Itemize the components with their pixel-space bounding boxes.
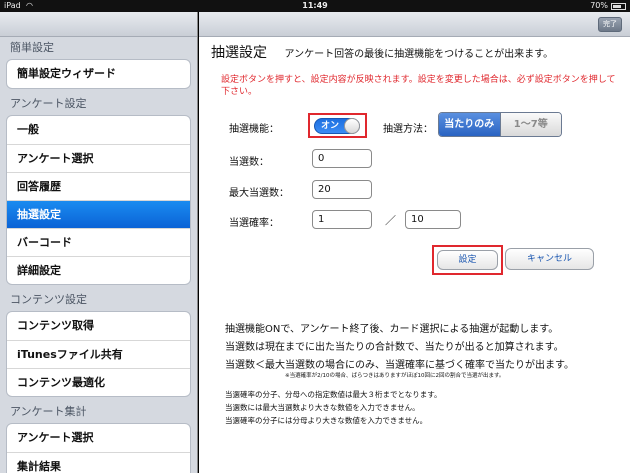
group-aggregate: アンケート選択 集計結果 xyxy=(6,423,191,473)
battery-percent: 70% xyxy=(590,1,608,10)
cancel-button[interactable]: キャンセル xyxy=(505,248,594,270)
info-line-1: 抽選機能ONで、アンケート終了後、カード選択による抽選が起動します。 xyxy=(225,324,559,335)
group-survey: 一般 アンケート選択 回答履歴 抽選設定 バーコード 詳細設定 xyxy=(6,115,191,285)
method-option-winners-only[interactable]: 当たりのみ xyxy=(439,113,500,136)
rate-numerator-input[interactable]: 1 xyxy=(312,210,372,229)
sidebar: 簡単設定 簡単設定ウィザード アンケート設定 一般 アンケート選択 回答履歴 抽… xyxy=(0,12,198,473)
set-button-highlight: 設定 xyxy=(432,245,503,275)
section-header-survey: アンケート設定 xyxy=(10,97,87,110)
note-line-3: 当選確率の分子には分母より大きな数値を入力できません。 xyxy=(225,416,428,425)
max-winners-label: 最大当選数： xyxy=(229,188,289,199)
battery-fill xyxy=(613,5,621,8)
note-line-2: 当選数には最大当選数より大きな数値を入力できません。 xyxy=(225,403,420,412)
sidebar-item-barcode[interactable]: バーコード xyxy=(7,228,190,256)
page-description: アンケート回答の最後に抽選機能をつけることが出来ます。 xyxy=(284,49,554,60)
info-line-2: 当選数は現在までに出た当たりの合計数で、当たりが出ると加算されます。 xyxy=(225,342,564,353)
clock: 11:49 xyxy=(302,1,328,10)
done-button[interactable]: 完了 xyxy=(598,17,622,32)
method-label: 抽選方法： xyxy=(383,124,433,135)
sidebar-item-aggregate-survey-select[interactable]: アンケート選択 xyxy=(7,424,190,452)
lottery-label: 抽選機能： xyxy=(229,124,279,135)
winners-label: 当選数： xyxy=(229,157,269,168)
main-panel: 完了 抽選設定 アンケート回答の最後に抽選機能をつけることが出来ます。 設定ボタ… xyxy=(199,12,630,473)
toggle-on-label: オン xyxy=(321,121,340,131)
rate-separator: ／ xyxy=(385,214,396,227)
battery-icon xyxy=(611,3,626,10)
sidebar-item-detail-settings[interactable]: 詳細設定 xyxy=(7,256,190,284)
group-content: コンテンツ取得 iTunesファイル共有 コンテンツ最適化 xyxy=(6,311,191,397)
rate-denominator-input[interactable]: 10 xyxy=(405,210,461,229)
page-title: 抽選設定 xyxy=(211,45,267,61)
max-winners-input[interactable]: 20 xyxy=(312,180,372,199)
section-header-content: コンテンツ設定 xyxy=(10,293,87,306)
winners-input[interactable]: 0 xyxy=(312,149,372,168)
method-option-1-to-7[interactable]: 1〜7等 xyxy=(499,113,561,136)
section-header-easy: 簡単設定 xyxy=(10,41,54,54)
sidebar-item-content-fetch[interactable]: コンテンツ取得 xyxy=(7,312,190,340)
sidebar-item-lottery-settings[interactable]: 抽選設定 xyxy=(7,200,190,228)
sidebar-item-answer-history[interactable]: 回答履歴 xyxy=(7,172,190,200)
warning-text: 設定ボタンを押すと、設定内容が反映されます。設定を変更した場合は、必ず設定ボタン… xyxy=(221,75,616,97)
title-row: 抽選設定 アンケート回答の最後に抽選機能をつけることが出来ます。 xyxy=(211,42,621,62)
status-bar: iPad ◠ 11:49 70% xyxy=(0,0,630,12)
sidebar-item-aggregate-results[interactable]: 集計結果 xyxy=(7,452,190,473)
main-navbar: 完了 xyxy=(199,12,630,37)
sidebar-item-easy-wizard[interactable]: 簡単設定ウィザード xyxy=(7,60,190,88)
sidebar-item-general[interactable]: 一般 xyxy=(7,116,190,144)
group-easy: 簡単設定ウィザード xyxy=(6,59,191,89)
info-line-3: 当選数＜最大当選数の場合にのみ、当選確率に基づく確率で当たりが出ます。 xyxy=(225,360,574,371)
info-footnote: ※当選確率が2/10の場合、ばらつきはありますがほぼ10回に2回の割合で当選が出… xyxy=(285,373,505,379)
lottery-toggle[interactable]: オン xyxy=(314,118,360,134)
sidebar-item-survey-select[interactable]: アンケート選択 xyxy=(7,144,190,172)
section-header-aggregate: アンケート集計 xyxy=(10,405,87,418)
sidebar-item-content-optimize[interactable]: コンテンツ最適化 xyxy=(7,368,190,396)
note-line-1: 当選確率の分子、分母への指定数値は最大３桁までとなります。 xyxy=(225,390,442,399)
rate-label: 当選確率： xyxy=(229,218,279,229)
toggle-highlight: オン xyxy=(308,113,367,138)
sidebar-navbar xyxy=(0,12,197,37)
toggle-knob xyxy=(344,118,360,134)
sidebar-item-itunes-sharing[interactable]: iTunesファイル共有 xyxy=(7,340,190,368)
set-button[interactable]: 設定 xyxy=(437,250,498,270)
method-segmented-control: 当たりのみ 1〜7等 xyxy=(438,112,562,137)
